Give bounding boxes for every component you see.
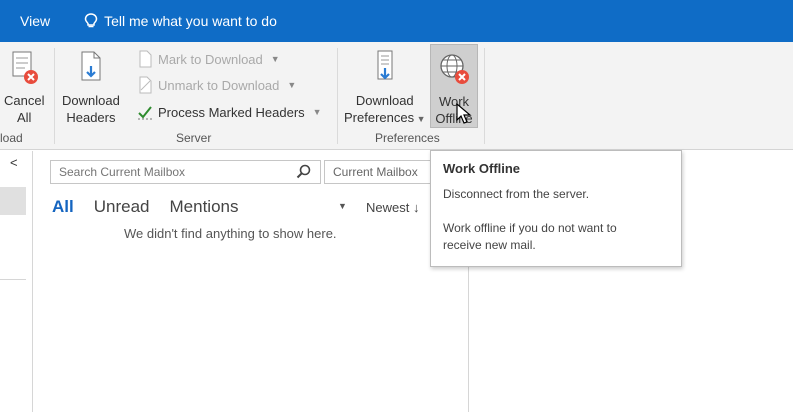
- mark-to-download-label: Mark to Download: [158, 51, 263, 67]
- download-preferences-icon: [377, 50, 393, 80]
- empty-list-message: We didn't find anything to show here.: [124, 226, 337, 241]
- chevron-down-icon: ▼: [270, 54, 280, 64]
- download-preferences-button[interactable]: Download Preferences ▼: [344, 46, 426, 128]
- tell-me-text: Tell me what you want to do: [104, 13, 277, 29]
- mark-download-icon: [139, 50, 152, 68]
- filter-unread[interactable]: Unread: [94, 197, 150, 217]
- sort-by-button[interactable]: Newest ↓: [366, 200, 419, 215]
- sort-arrow-icon: ↓: [412, 200, 420, 215]
- cancel-all-line2: All: [17, 110, 32, 125]
- filter-mentions[interactable]: Mentions: [170, 197, 239, 217]
- globe-offline-icon: [440, 54, 469, 84]
- tooltip-line-3: receive new mail.: [443, 238, 536, 252]
- chevron-down-icon: ▼: [312, 107, 322, 117]
- group-label-download: load: [0, 131, 23, 145]
- tooltip-line-2: Work offline if you do not want to: [443, 221, 617, 235]
- download-headers-button[interactable]: Download Headers: [62, 46, 120, 126]
- search-icon[interactable]: [296, 164, 312, 180]
- ribbon-separator: [484, 48, 485, 144]
- tooltip-title: Work Offline: [443, 161, 521, 176]
- tell-me-box[interactable]: Tell me what you want to do: [84, 13, 277, 29]
- ribbon-separator: [54, 48, 55, 144]
- process-marked-headers-button[interactable]: Process Marked Headers ▼: [136, 102, 322, 122]
- unmark-download-icon: [139, 76, 152, 94]
- cancel-all-button[interactable]: Cancel All: [4, 46, 44, 126]
- mark-to-download-button[interactable]: Mark to Download ▼: [136, 49, 280, 69]
- search-box[interactable]: [50, 160, 321, 184]
- mouse-cursor-icon: [456, 103, 472, 124]
- search-input[interactable]: [59, 165, 289, 179]
- cancel-all-line1: Cancel: [4, 93, 45, 108]
- cancel-all-icon: [12, 51, 39, 84]
- menu-view[interactable]: View: [20, 13, 50, 29]
- search-scope-dropdown[interactable]: Current Mailbox: [324, 160, 434, 184]
- download-headers-icon: [81, 51, 101, 81]
- tooltip-line-1: Disconnect from the server.: [443, 187, 590, 201]
- ribbon: Cancel All load Download Headers Mark to…: [0, 42, 793, 150]
- download-preferences-line1: Download: [355, 93, 414, 108]
- folder-pane-collapsed: <: [0, 151, 33, 412]
- ribbon-separator: [337, 48, 338, 144]
- process-marked-headers-label: Process Marked Headers: [158, 104, 305, 120]
- download-preferences-line2: Preferences ▼: [344, 110, 426, 125]
- checkmark-icon: [138, 106, 152, 120]
- title-bar: View Tell me what you want to do: [0, 0, 793, 42]
- work-offline-tooltip: Work Offline Disconnect from the server.…: [430, 150, 682, 267]
- rail-divider: [0, 279, 26, 280]
- download-headers-line1: Download: [62, 93, 120, 108]
- unmark-to-download-label: Unmark to Download: [158, 77, 280, 93]
- download-headers-line2: Headers: [66, 110, 116, 125]
- selected-folder-marker[interactable]: [0, 187, 26, 215]
- group-label-preferences: Preferences: [375, 131, 440, 145]
- chevron-down-icon: ▼: [287, 80, 297, 90]
- collapse-folder-pane-button[interactable]: <: [10, 155, 18, 170]
- filter-dropdown-icon[interactable]: ▼: [338, 201, 347, 211]
- outlook-window: View Tell me what you want to do Cancel …: [0, 0, 793, 412]
- unmark-to-download-button[interactable]: Unmark to Download ▼: [136, 75, 296, 95]
- filter-all[interactable]: All: [52, 197, 74, 217]
- lightbulb-icon: [84, 13, 98, 28]
- sort-label: Newest: [366, 200, 410, 215]
- reading-pane-divider[interactable]: [468, 264, 469, 412]
- download-preferences-line2-text: Preferences: [344, 110, 415, 125]
- group-label-server: Server: [176, 131, 212, 145]
- filter-tabs: All Unread Mentions: [52, 197, 258, 217]
